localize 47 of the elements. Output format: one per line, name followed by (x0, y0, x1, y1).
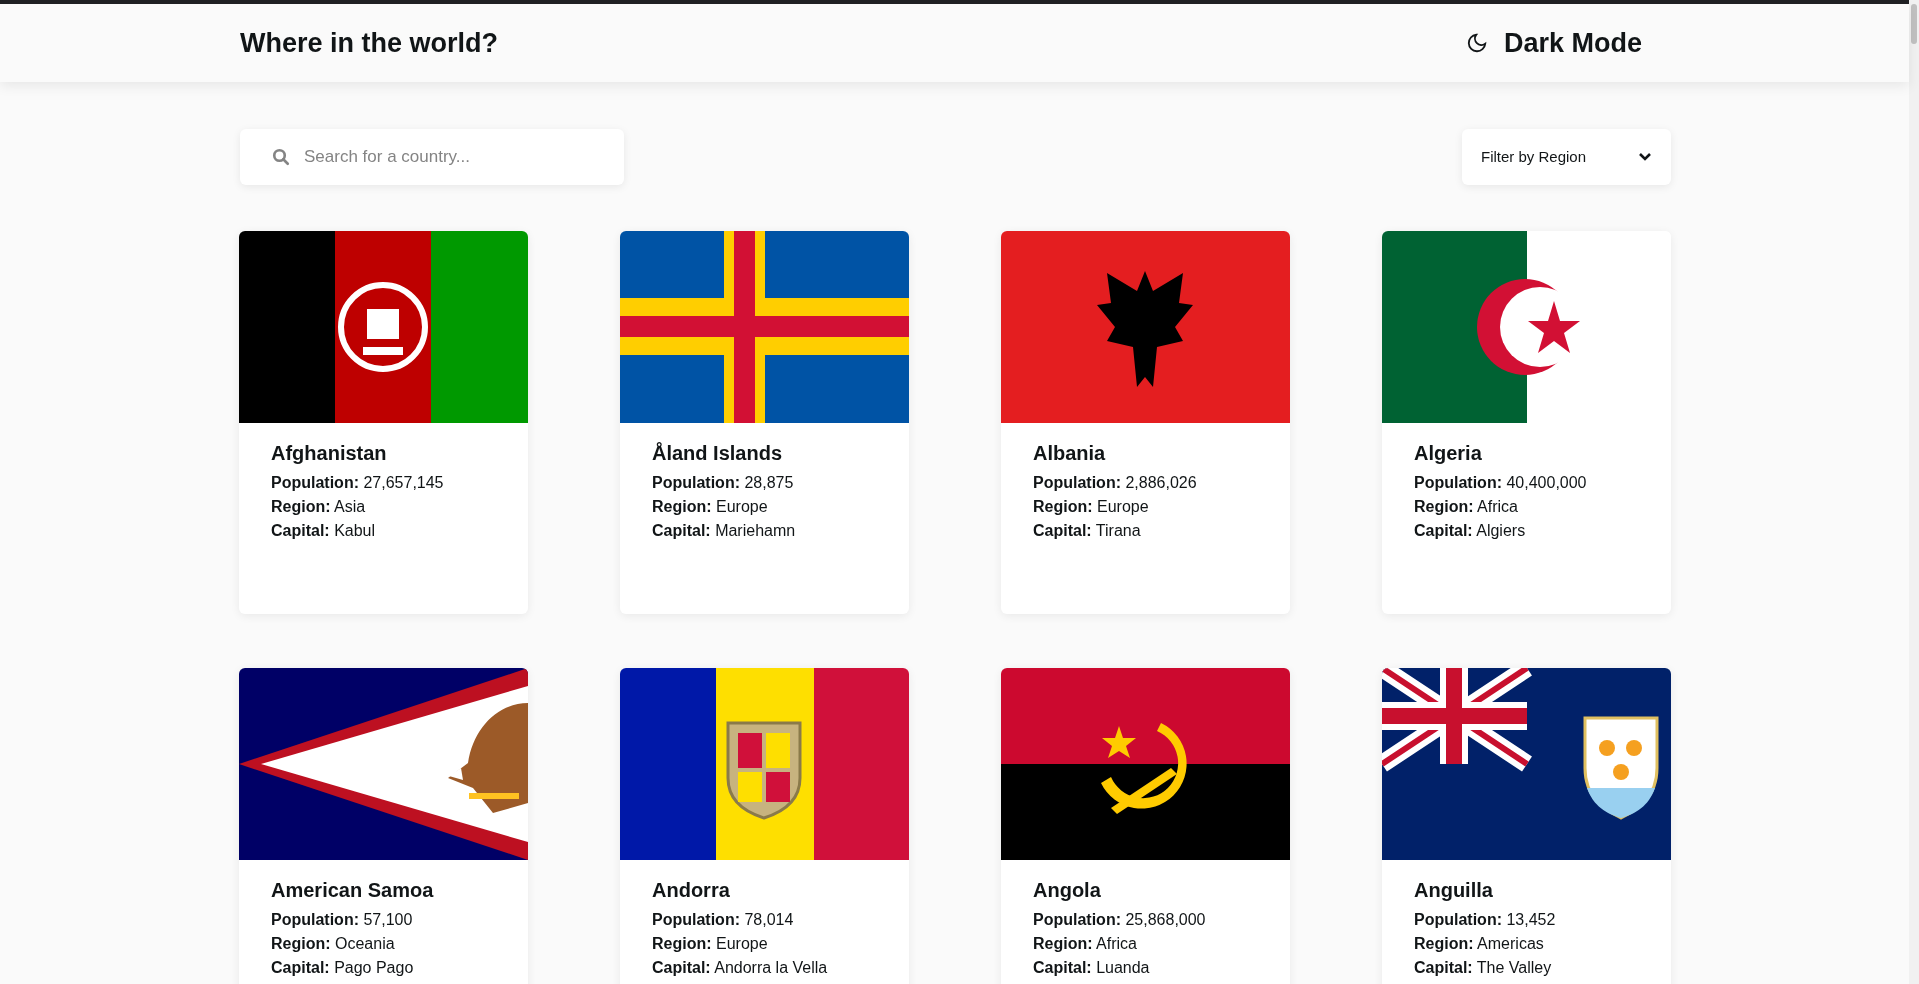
country-card[interactable]: Andorra Population: 78,014 Region: Europe Capital: Andorra la Vella (620, 668, 909, 984)
population-text: Population: 2,886,026 (1033, 473, 1198, 493)
country-name: Afghanistan (271, 441, 388, 466)
region-text: Region: Oceania (271, 934, 396, 954)
capital-text: Capital: The Valley (1414, 958, 1553, 978)
region-text: Region: Africa (1033, 934, 1138, 954)
population-text: Population: 78,014 (652, 910, 795, 930)
country-name: Anguilla (1414, 878, 1494, 903)
country-card[interactable]: American Samoa Population: 57,100 Region: Oceania Capital: Pago Pago (239, 668, 528, 984)
capital-text: Capital: Andorra la Vella (652, 958, 829, 978)
country-name: Albania (1033, 441, 1107, 466)
capital-text: Capital: Mariehamn (652, 521, 797, 541)
country-name: American Samoa (271, 878, 435, 903)
capital-text: Capital: Luanda (1033, 958, 1151, 978)
country-name: Angola (1033, 878, 1102, 903)
country-card[interactable]: Anguilla Population: 13,452 Region: Americas Capital: The Valley (1382, 668, 1671, 984)
capital-text: Capital: Algiers (1414, 521, 1527, 541)
region-text: Region: Asia (271, 497, 367, 517)
dark-mode-toggle[interactable]: Dark Mode (1465, 22, 1642, 64)
site-title: Where in the world? (240, 26, 498, 60)
population-text: Population: 13,452 (1414, 910, 1557, 930)
population-text: Population: 27,657,145 (271, 473, 445, 493)
population-text: Population: 40,400,000 (1414, 473, 1588, 493)
country-name: Åland Islands (652, 441, 784, 466)
population-text: Population: 28,875 (652, 473, 795, 493)
region-text: Region: Europe (1033, 497, 1150, 517)
search-icon (272, 148, 290, 166)
country-card[interactable]: Angola Population: 25,868,000 Region: Africa Capital: Luanda (1001, 668, 1290, 984)
region-text: Region: Europe (652, 934, 769, 954)
search-field[interactable]: Search for a country... (240, 129, 624, 185)
country-name: Andorra (652, 878, 731, 903)
region-filter-dropdown[interactable]: Filter by Region (1462, 129, 1671, 185)
country-name: Algeria (1414, 441, 1483, 466)
capital-text: Capital: Pago Pago (271, 958, 415, 978)
moon-icon (1465, 32, 1488, 54)
region-text: Region: Europe (652, 497, 769, 517)
country-card[interactable]: Åland Islands Population: 28,875 Region: Europe Capital: Mariehamn (620, 231, 909, 614)
population-text: Population: 57,100 (271, 910, 414, 930)
population-text: Population: 25,868,000 (1033, 910, 1207, 930)
region-text: Region: Americas (1414, 934, 1545, 954)
capital-text: Capital: Tirana (1033, 521, 1142, 541)
region-text: Region: Africa (1414, 497, 1519, 517)
country-card[interactable]: Albania Population: 2,886,026 Region: Europe Capital: Tirana (1001, 231, 1290, 614)
capital-text: Capital: Kabul (271, 521, 377, 541)
country-card[interactable]: Afghanistan Population: 27,657,145 Region: Asia Capital: Kabul (239, 231, 528, 614)
country-card[interactable]: Algeria Population: 40,400,000 Region: Africa Capital: Algiers (1382, 231, 1671, 614)
chevron-down-icon (1638, 152, 1652, 162)
